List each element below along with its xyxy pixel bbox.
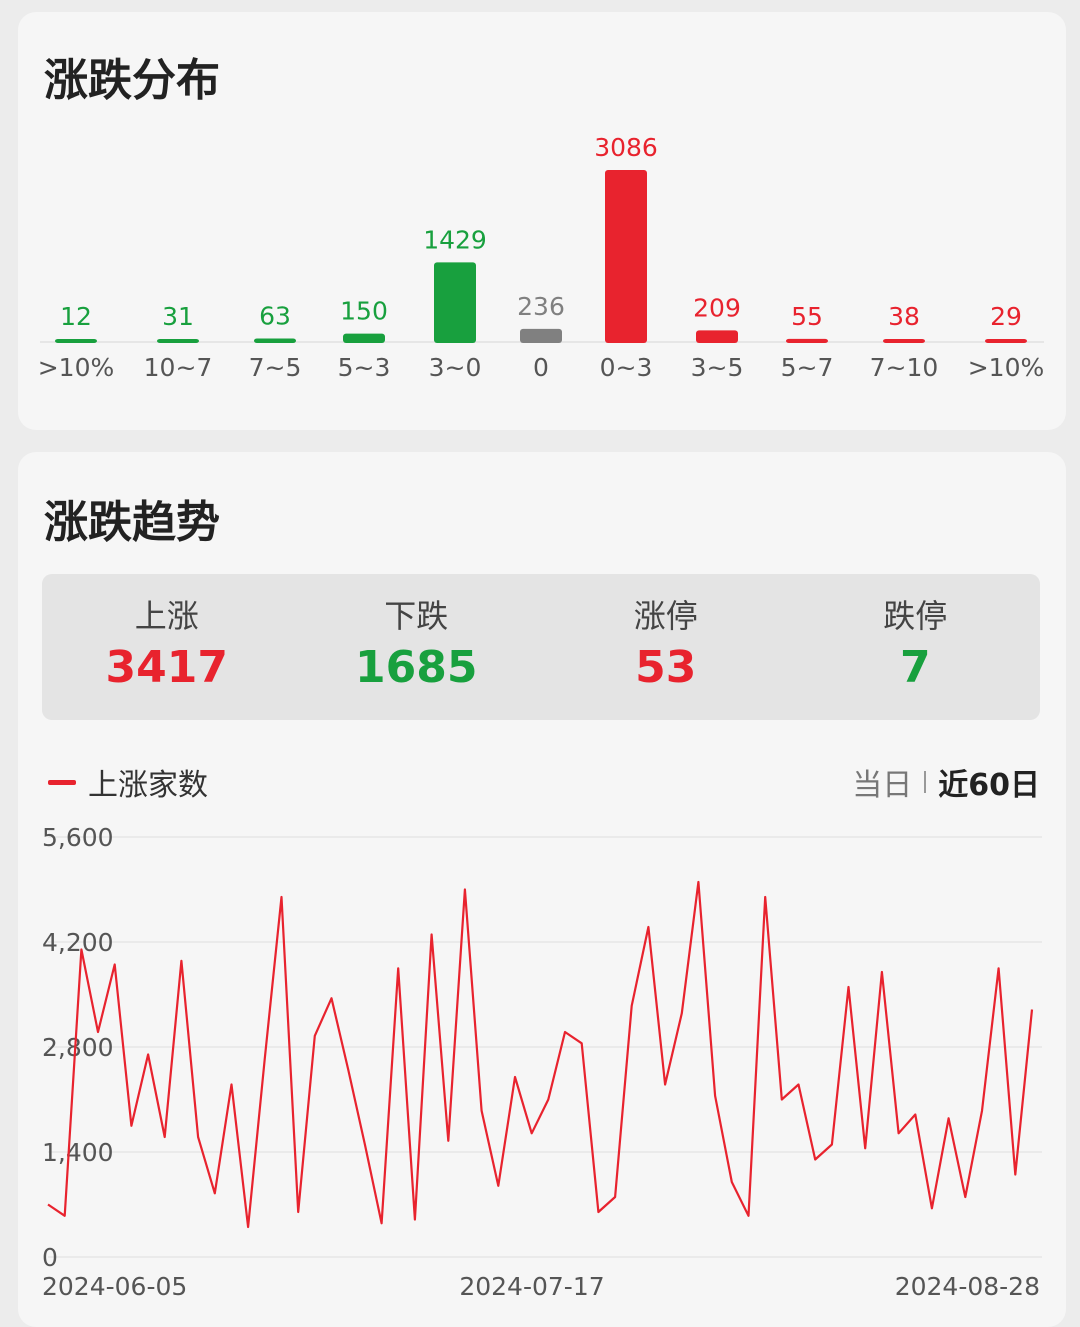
distribution-bar bbox=[343, 333, 385, 343]
distribution-bar-value: 150 bbox=[340, 297, 388, 326]
distribution-bar-value: 3086 bbox=[594, 133, 658, 162]
distribution-bar-label: 5~7 bbox=[781, 353, 834, 382]
distribution-bar-label: 3~5 bbox=[691, 353, 744, 382]
distribution-bar bbox=[696, 330, 738, 343]
trend-line-chart: 5,600 4,200 2,800 1,400 02024-06-05 2024-07-1… bbox=[42, 823, 1042, 1301]
distribution-bar-label: 3~0 bbox=[429, 353, 482, 382]
distribution-bar bbox=[605, 170, 647, 343]
distribution-bar-value: 236 bbox=[517, 292, 565, 321]
distribution-bar-label: 0~3 bbox=[600, 353, 653, 382]
distribution-bar-label: >10% bbox=[38, 353, 115, 382]
distribution-bar-label: >10% bbox=[968, 353, 1045, 382]
x-tick-label: 2024-07-17 bbox=[459, 1272, 604, 1301]
distribution-bar bbox=[883, 339, 925, 343]
distribution-bar-label: 5~3 bbox=[338, 353, 391, 382]
distribution-bar bbox=[520, 328, 562, 343]
distribution-bar bbox=[434, 262, 476, 343]
distribution-bar-chart: 12 >10% 31 10~7 63 7~5 150 5~3 1429 3~0 236 0 3086 0~… bbox=[38, 133, 1045, 382]
x-tick-label: 2024-08-28 bbox=[895, 1272, 1040, 1301]
trend-card: 涨跌趋势 上涨 3417 下跌 1685 涨停 53 跌停 7 上涨家数 当日 … bbox=[18, 452, 1066, 1327]
distribution-bar-label: 7~5 bbox=[249, 353, 302, 382]
distribution-bar-value: 1429 bbox=[423, 225, 487, 254]
distribution-bar bbox=[254, 338, 296, 343]
distribution-bar bbox=[55, 339, 97, 343]
distribution-bar-value: 38 bbox=[888, 302, 920, 331]
y-tick-label: 4,200 bbox=[42, 928, 114, 957]
distribution-bar bbox=[157, 339, 199, 343]
y-tick-label: 0 bbox=[42, 1243, 58, 1272]
distribution-bar-label: 0 bbox=[533, 353, 549, 382]
distribution-bar bbox=[786, 338, 828, 343]
distribution-bar-value: 29 bbox=[990, 302, 1022, 331]
series-line-up-count bbox=[47, 880, 1034, 1229]
distribution-bar-value: 55 bbox=[791, 302, 823, 331]
distribution-bar-label: 7~10 bbox=[870, 353, 939, 382]
y-tick-label: 1,400 bbox=[42, 1138, 114, 1167]
distribution-bar-label: 10~7 bbox=[144, 353, 213, 382]
y-tick-label: 2,800 bbox=[42, 1033, 114, 1062]
distribution-bar bbox=[985, 339, 1027, 343]
distribution-bar-value: 63 bbox=[259, 301, 291, 330]
y-tick-label: 5,600 bbox=[42, 823, 114, 852]
distribution-bar-value: 209 bbox=[693, 293, 741, 322]
distribution-card: 涨跌分布 12 >10% 31 10~7 63 7~5 150 5~3 1429 3~0 236 0 3… bbox=[18, 12, 1066, 430]
distribution-bar-value: 12 bbox=[60, 302, 92, 331]
x-tick-label: 2024-06-05 bbox=[42, 1272, 187, 1301]
distribution-bar-value: 31 bbox=[162, 302, 194, 331]
